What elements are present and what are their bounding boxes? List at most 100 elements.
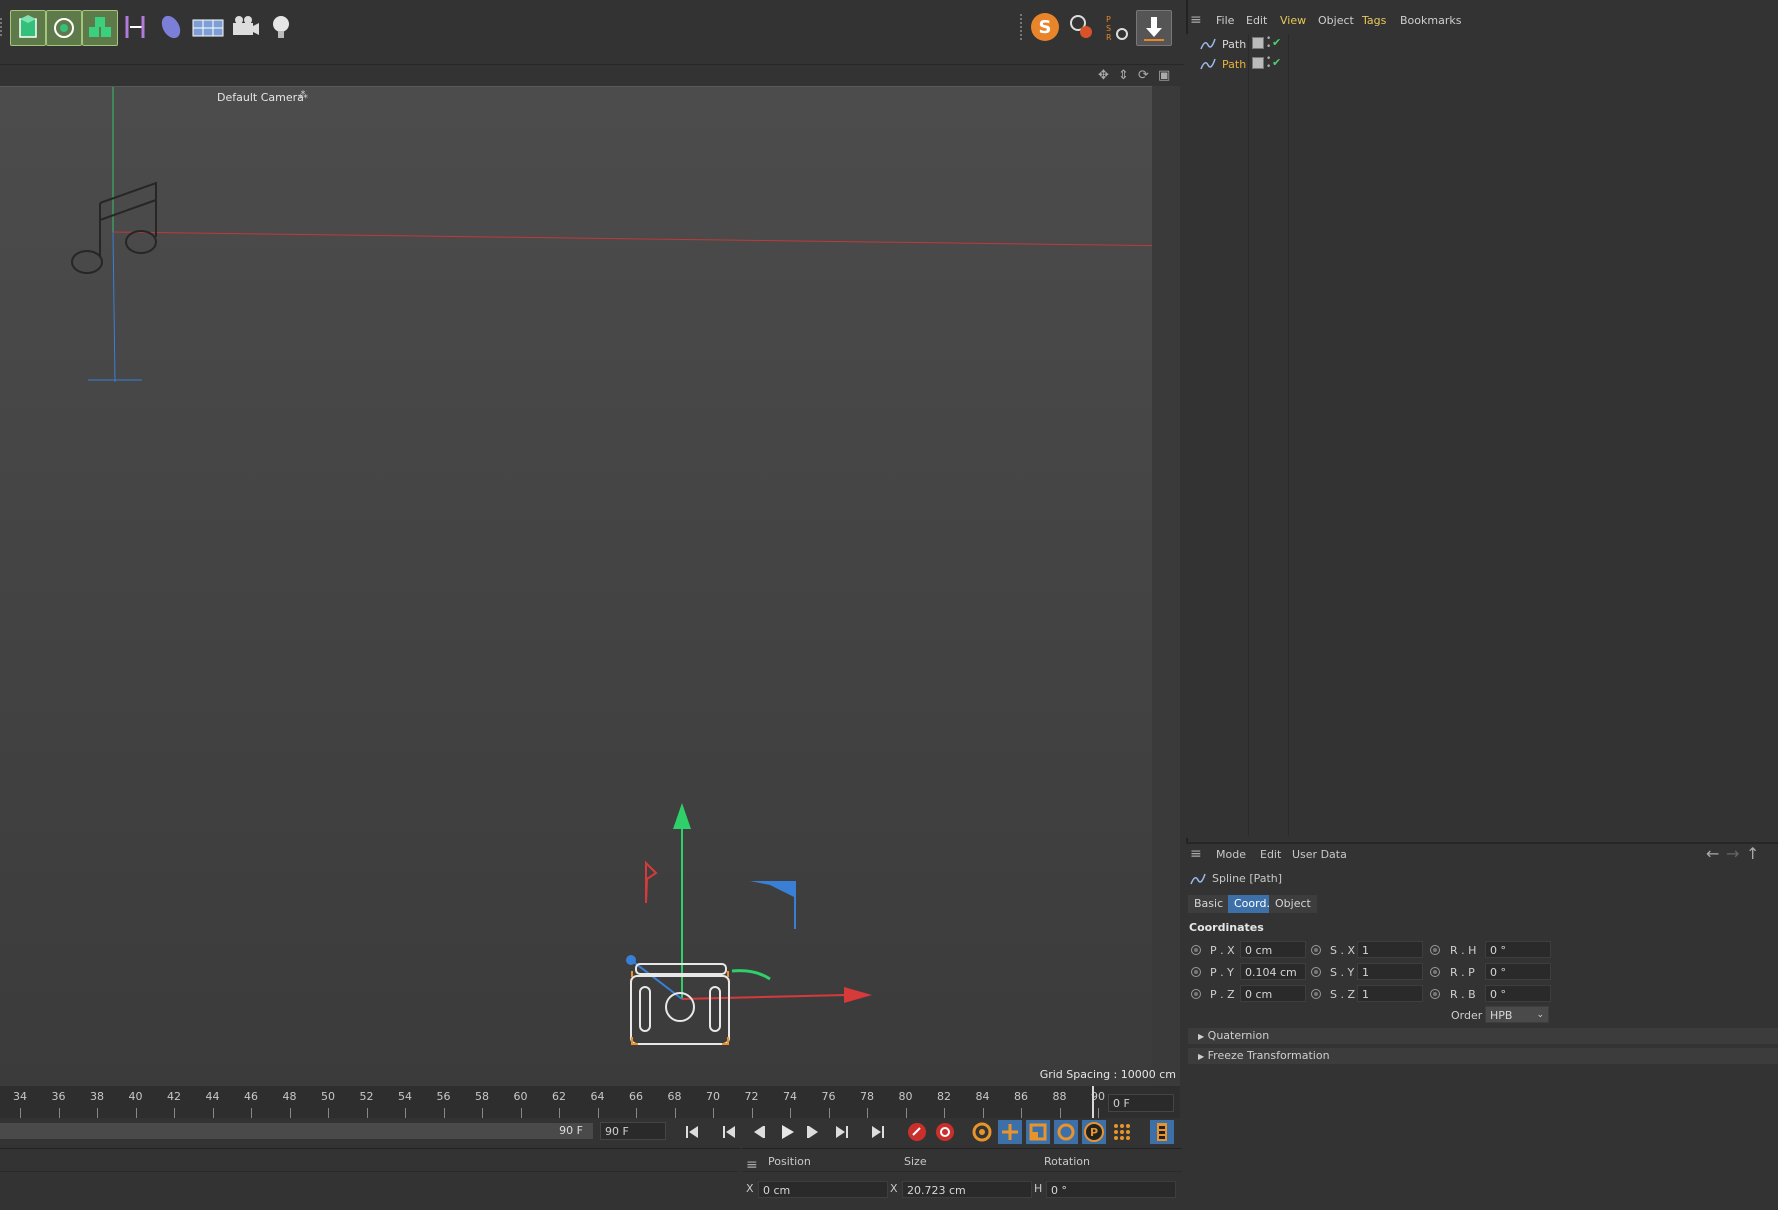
layer-icon[interactable]	[1252, 37, 1264, 49]
menu-tags[interactable]: Tags	[1362, 14, 1386, 27]
menu-bookmarks[interactable]: Bookmarks	[1400, 14, 1461, 27]
psr-icon[interactable]: PSR	[1100, 10, 1134, 44]
toolbar-grip[interactable]	[0, 18, 6, 36]
py-field[interactable]: 0.104 cm	[1240, 963, 1306, 980]
cloner-icon[interactable]	[46, 10, 82, 46]
move-view-icon[interactable]: ✥	[1098, 68, 1109, 83]
rotation-key-icon[interactable]	[1054, 1120, 1078, 1144]
menu-user-data[interactable]: User Data	[1292, 848, 1347, 861]
sy-field[interactable]: 1	[1357, 963, 1423, 980]
camera-label[interactable]: Default Camera	[217, 91, 304, 104]
visibility-dots-icon[interactable]: • •	[1266, 35, 1271, 52]
timeline-tick-label: 44	[205, 1090, 220, 1103]
search-tool-icon[interactable]	[1064, 10, 1098, 44]
deformer-icon[interactable]	[118, 10, 152, 44]
zoom-view-icon[interactable]: ⇕	[1118, 68, 1129, 83]
camera-indicator-icon[interactable]: ⁂	[298, 90, 308, 101]
list-item[interactable]: Path • • ✔	[1186, 34, 1778, 54]
camera-icon[interactable]	[228, 10, 262, 44]
animate-rh-toggle[interactable]	[1430, 945, 1440, 955]
rp-value: 0 °	[1490, 966, 1506, 979]
layer-icon[interactable]	[1252, 57, 1264, 69]
scale-key-icon[interactable]	[1026, 1120, 1050, 1144]
auto-key-icon[interactable]	[933, 1120, 957, 1144]
play-icon[interactable]	[775, 1120, 799, 1144]
extrude-icon[interactable]	[154, 10, 188, 44]
light-icon[interactable]	[264, 10, 298, 44]
rotation-h-field[interactable]: 0 °	[1046, 1181, 1176, 1198]
timeline-tick-mark	[713, 1108, 714, 1118]
pz-field[interactable]: 0 cm	[1240, 985, 1306, 1002]
array-icon[interactable]	[82, 10, 118, 46]
animate-sy-toggle[interactable]	[1311, 967, 1321, 977]
current-frame-field[interactable]: 0 F	[1108, 1094, 1174, 1112]
rb-field[interactable]: 0 °	[1485, 985, 1551, 1002]
rh-field[interactable]: 0 °	[1485, 941, 1551, 958]
end-frame-field[interactable]: 90 F	[600, 1122, 666, 1140]
position-key-icon[interactable]	[998, 1120, 1022, 1144]
px-field[interactable]: 0 cm	[1240, 941, 1306, 958]
timeline-ruler[interactable]: 34 36 38 40 42 44 46 48 50 52 54 56 58 60 62 64 66 68 70 72…	[0, 1086, 1180, 1118]
menu-edit-attr[interactable]: Edit	[1260, 848, 1281, 861]
timeline-tick-mark	[366, 1108, 368, 1118]
animate-sz-toggle[interactable]	[1311, 989, 1321, 999]
rp-field[interactable]: 0 °	[1485, 963, 1551, 980]
sx-field[interactable]: 1	[1357, 941, 1423, 958]
menu-file[interactable]: File	[1216, 14, 1234, 27]
size-x-field[interactable]: 20.723 cm	[902, 1181, 1032, 1198]
end-frame-value: 90 F	[605, 1125, 629, 1138]
animate-pz-toggle[interactable]	[1191, 989, 1201, 999]
tab-object[interactable]: Object	[1269, 895, 1317, 913]
order-dropdown[interactable]: HPB ⌄	[1485, 1006, 1549, 1023]
attribute-object-title: Spline [Path]	[1212, 872, 1283, 885]
animate-sx-toggle[interactable]	[1311, 945, 1321, 955]
go-to-end-icon[interactable]	[866, 1120, 890, 1144]
prev-frame-icon[interactable]	[746, 1120, 770, 1144]
menu-mode[interactable]: Mode	[1216, 848, 1246, 861]
sz-field[interactable]: 1	[1357, 985, 1423, 1002]
parameter-key-icon[interactable]: P	[1082, 1120, 1106, 1144]
menu-edit[interactable]: Edit	[1246, 14, 1267, 27]
record-keys-icon[interactable]	[905, 1120, 929, 1144]
timeline-tick-label: 84	[975, 1090, 990, 1103]
animate-py-toggle[interactable]	[1191, 967, 1201, 977]
forward-arrow-icon[interactable]: →	[1726, 844, 1739, 863]
enabled-check-icon[interactable]: ✔	[1272, 56, 1281, 69]
position-x-field[interactable]: 0 cm	[758, 1181, 888, 1198]
toolbar-grip-right[interactable]	[1020, 14, 1026, 40]
visibility-dots-icon[interactable]: • •	[1266, 55, 1271, 72]
back-arrow-icon[interactable]: ←	[1706, 844, 1719, 863]
animate-rb-toggle[interactable]	[1430, 989, 1440, 999]
timeline-tick-label: 66	[629, 1090, 643, 1103]
freeze-transformation-section[interactable]: ▶ Freeze Transformation	[1188, 1048, 1778, 1064]
list-item[interactable]: Path • • ✔	[1186, 54, 1778, 74]
animate-rp-toggle[interactable]	[1430, 967, 1440, 977]
point-level-key-icon[interactable]	[1110, 1120, 1134, 1144]
3d-viewport[interactable]	[0, 86, 1180, 1086]
enabled-check-icon[interactable]: ✔	[1272, 36, 1281, 49]
rotate-view-icon[interactable]: ⟳	[1138, 68, 1149, 83]
download-icon[interactable]	[1136, 10, 1172, 46]
menu-view[interactable]: View	[1280, 14, 1306, 27]
playhead[interactable]	[1092, 1086, 1094, 1118]
quaternion-section[interactable]: ▶ Quaternion	[1188, 1028, 1778, 1044]
up-arrow-icon[interactable]: ↑	[1746, 844, 1759, 863]
next-key-icon[interactable]	[830, 1120, 854, 1144]
s-plugin-icon[interactable]: S	[1028, 10, 1062, 44]
attribute-menu-icon[interactable]: ≡	[1190, 846, 1202, 862]
freeze-transformation-label: Freeze Transformation	[1207, 1049, 1330, 1062]
tab-basic[interactable]: Basic	[1188, 895, 1230, 913]
animate-px-toggle[interactable]	[1191, 945, 1201, 955]
go-to-start-icon[interactable]	[680, 1120, 704, 1144]
menu-object[interactable]: Object	[1318, 14, 1354, 27]
prev-key-icon[interactable]	[717, 1120, 741, 1144]
timeline-tick-label: 76	[821, 1090, 836, 1103]
keyframe-selection-icon[interactable]	[970, 1120, 994, 1144]
cube-icon[interactable]	[10, 10, 46, 46]
floor-icon[interactable]	[190, 10, 226, 44]
maximize-view-icon[interactable]: ▣	[1158, 68, 1170, 83]
coordinate-manager: ≡ Position Size Rotation X 0 cm X 20.723…	[742, 1148, 1182, 1209]
timeline-window-icon[interactable]	[1150, 1120, 1174, 1144]
preview-range-slider[interactable]: 90 F	[0, 1123, 593, 1139]
next-frame-icon[interactable]	[802, 1120, 826, 1144]
